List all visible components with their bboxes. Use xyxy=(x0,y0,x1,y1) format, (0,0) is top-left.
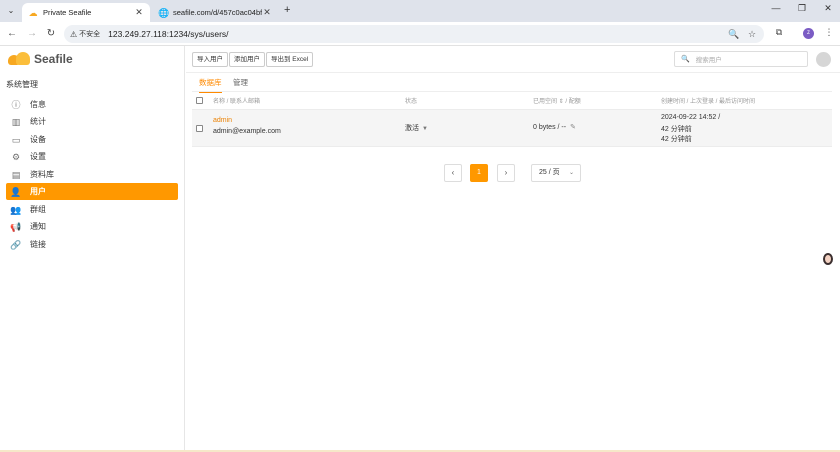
security-label: 不安全 xyxy=(79,31,101,38)
main-content: 导入用户 添加用户 导出到 Excel 🔍 搜索用户 数据库 管理 名称 / 联… xyxy=(186,46,840,452)
url-text: 123.249.27.118:1234/sys/users/ xyxy=(108,29,229,39)
sidebar-item-label: 设置 xyxy=(30,152,46,161)
new-tab-icon[interactable]: + xyxy=(284,4,290,16)
import-users-button[interactable]: 导入用户 xyxy=(192,52,228,67)
sidebar-item-notifications[interactable]: 📢 通知 xyxy=(6,218,178,235)
select-all-checkbox[interactable] xyxy=(196,97,203,104)
logo-text: Seafile xyxy=(34,52,73,66)
next-page-button[interactable]: › xyxy=(497,164,515,182)
tab-search-chevron-icon[interactable]: ⌄ xyxy=(4,4,18,18)
address-bar-row: ← → ↻ ⚠ 不安全 123.249.27.118:1234/sys/user… xyxy=(0,22,840,46)
monitor-icon: ▭ xyxy=(11,134,21,145)
zoom-icon[interactable]: 🔍 xyxy=(726,26,742,42)
tab-title: Private Seafile xyxy=(43,8,92,17)
row-checkbox[interactable] xyxy=(196,125,203,132)
seafile-logo[interactable]: Seafile xyxy=(8,52,73,66)
gear-icon: ⚙ xyxy=(11,151,21,162)
sidebar-item-label: 用户 xyxy=(30,187,46,196)
restore-icon[interactable]: ❐ xyxy=(794,3,810,14)
search-input[interactable]: 🔍 搜索用户 xyxy=(674,51,808,67)
globe-icon: 🌐 xyxy=(158,7,170,18)
close-window-icon[interactable]: ✕ xyxy=(820,3,836,14)
tab-title: seafile.com/d/457c0ac04bf6 xyxy=(173,8,262,17)
reload-icon[interactable]: ↻ xyxy=(44,27,58,41)
sidebar-item-groups[interactable]: 👥 群组 xyxy=(6,201,178,218)
status-select[interactable]: 激活 ▼ xyxy=(405,123,428,133)
per-page-select[interactable]: 25 / 页 ⌄ xyxy=(531,164,581,182)
search-icon: 🔍 xyxy=(681,56,690,63)
browser-menu-icon[interactable]: ⋮ xyxy=(822,27,836,38)
page-1-button[interactable]: 1 xyxy=(470,164,488,182)
column-header-name: 名称 / 联系人邮箱 xyxy=(213,99,261,105)
status-value: 激活 xyxy=(405,125,419,132)
per-page-value: 25 / 页 xyxy=(539,169,560,176)
table-header: 名称 / 联系人邮箱 状态 已用空间 ⇕ / 配额 创建时间 / 上次登录 / … xyxy=(192,96,832,108)
browser-tab-active[interactable]: ☁ Private Seafile ✕ xyxy=(22,3,150,22)
sidebar-item-users[interactable]: 👤 用户 xyxy=(6,183,178,200)
bookmark-star-icon[interactable]: ☆ xyxy=(744,26,760,42)
user-avatar[interactable] xyxy=(816,52,831,67)
sidebar-item-links[interactable]: 🔗 链接 xyxy=(6,236,178,253)
sidebar-item-settings[interactable]: ⚙ 设置 xyxy=(6,148,178,165)
seafile-favicon-icon: ☁ xyxy=(28,7,38,18)
chevron-down-icon: ⌄ xyxy=(568,170,574,176)
table-row: admin admin@example.com 激活 ▼ 0 bytes / --… xyxy=(192,109,832,147)
usage-cell: 0 bytes / -- ✎ xyxy=(533,123,576,131)
minimize-icon[interactable]: — xyxy=(768,3,784,13)
notification-icon: 📢 xyxy=(10,221,22,232)
tab-divider xyxy=(192,91,832,92)
caret-down-icon: ▼ xyxy=(422,126,428,132)
forward-icon[interactable]: → xyxy=(25,27,39,41)
sidebar-item-libraries[interactable]: ▤ 资料库 xyxy=(6,166,178,183)
url-input[interactable]: ⚠ 不安全 123.249.27.118:1234/sys/users/ 🔍 ☆ xyxy=(64,25,764,43)
sidebar-item-label: 设备 xyxy=(30,135,46,144)
back-icon[interactable]: ← xyxy=(5,27,19,41)
column-header-times: 创建时间 / 上次登录 / 最后访问时间 xyxy=(661,99,756,105)
seafile-logo-icon xyxy=(8,52,32,66)
browser-tab-bar: ⌄ ☁ Private Seafile ✕ 🌐 seafile.com/d/45… xyxy=(0,0,840,22)
bar-chart-icon: ▥ xyxy=(11,116,21,127)
sidebar-item-label: 通知 xyxy=(30,222,46,231)
usage-value: 0 bytes / -- xyxy=(533,124,567,131)
sidebar-item-label: 群组 xyxy=(30,205,46,214)
warning-icon: ⚠ xyxy=(70,29,78,39)
sidebar-item-statistics[interactable]: ▥ 统计 xyxy=(6,113,178,130)
created-time: 2024-09-22 14:52 / xyxy=(661,114,721,121)
column-header-status: 状态 xyxy=(405,99,418,105)
floating-assistant-avatar[interactable] xyxy=(820,250,836,268)
sidebar: Seafile 系统管理 ⓘ 信息 ▥ 统计 ▭ 设备 ⚙ 设置 ▤ 资料库 👤… xyxy=(0,46,185,452)
edit-quota-pencil-icon[interactable]: ✎ xyxy=(570,124,576,131)
close-tab-icon[interactable]: ✕ xyxy=(262,7,272,18)
export-excel-button[interactable]: 导出到 Excel xyxy=(266,52,314,67)
sidebar-heading: 系统管理 xyxy=(6,80,38,89)
last-access-time: 42 分钟前 xyxy=(661,136,692,143)
info-icon: ⓘ xyxy=(11,99,21,110)
group-icon: 👥 xyxy=(10,204,22,215)
library-icon: ▤ xyxy=(11,169,21,180)
sidebar-item-label: 链接 xyxy=(30,240,46,249)
sidebar-item-info[interactable]: ⓘ 信息 xyxy=(6,96,178,113)
sidebar-item-label: 统计 xyxy=(30,117,46,126)
browser-tab-inactive[interactable]: 🌐 seafile.com/d/457c0ac04bf6 ✕ xyxy=(152,3,278,22)
prev-page-button[interactable]: ‹ xyxy=(444,164,462,182)
sidebar-item-devices[interactable]: ▭ 设备 xyxy=(6,131,178,148)
security-indicator[interactable]: ⚠ 不安全 xyxy=(70,29,100,39)
column-header-usage[interactable]: 已用空间 ⇕ / 配额 xyxy=(533,96,581,105)
user-name-link[interactable]: admin xyxy=(213,117,232,124)
tab-admin[interactable]: 管理 xyxy=(233,77,248,91)
search-placeholder: 搜索用户 xyxy=(695,57,722,64)
profile-avatar[interactable]: z xyxy=(803,28,814,39)
assistant-face-icon xyxy=(823,253,833,265)
sidebar-item-label: 信息 xyxy=(30,100,46,109)
link-icon: 🔗 xyxy=(10,239,22,250)
user-icon: 👤 xyxy=(10,186,22,197)
last-login-time: 42 分钟前 xyxy=(661,126,692,133)
extensions-icon[interactable]: ⧉ xyxy=(772,27,786,38)
close-tab-icon[interactable]: ✕ xyxy=(134,7,144,18)
header-divider xyxy=(186,72,840,73)
user-email: admin@example.com xyxy=(213,128,281,135)
sidebar-item-label: 资料库 xyxy=(30,170,54,179)
add-user-button[interactable]: 添加用户 xyxy=(229,52,265,67)
